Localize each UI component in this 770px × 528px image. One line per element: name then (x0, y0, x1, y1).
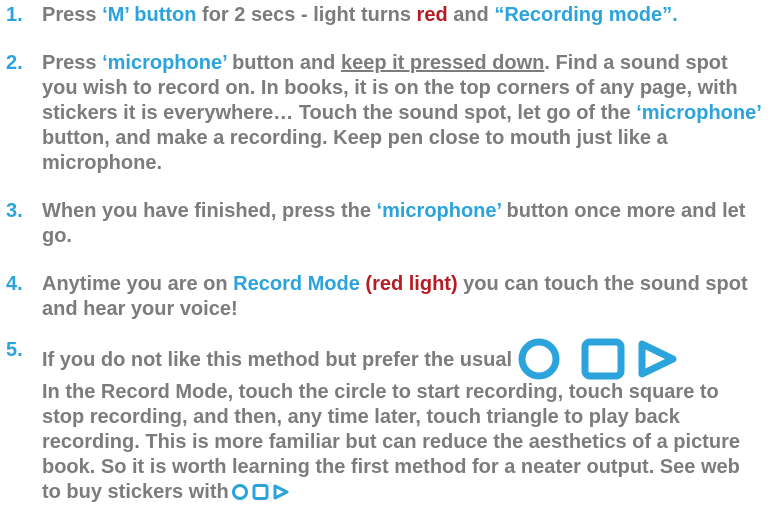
step-text: Press (42, 52, 103, 74)
microphone-label: ‘microphone’ (102, 52, 227, 74)
step-2: 2. Press ‘microphone’ button and keep it… (0, 51, 770, 176)
circle-icon (518, 338, 560, 380)
step-text: for 2 secs - light turns (196, 4, 417, 26)
keep-pressed-label: keep it pressed down (340, 52, 545, 74)
step-number: 1. (6, 4, 23, 26)
step-number: 4. (6, 273, 23, 295)
red-light-label: (red light) (365, 273, 458, 295)
step-text: button, and make a recording. Keep pen c… (42, 127, 668, 174)
triangle-play-icon (638, 340, 677, 378)
m-button-label: ‘M’ button (102, 4, 197, 26)
microphone-label: ‘microphone’ (636, 102, 761, 124)
square-icon (581, 338, 625, 380)
step-number: 5. (6, 339, 23, 361)
step-text: button and (226, 52, 341, 74)
record-shapes-small (231, 483, 293, 501)
step-1: 1. Press ‘M’ button for 2 secs - light t… (0, 3, 770, 28)
step-5: 5. If you do not like this method but pr… (0, 338, 770, 505)
step-text: Press (42, 4, 103, 26)
step-text: and (447, 4, 495, 26)
microphone-label: ‘microphone’ (376, 200, 501, 222)
step-text: Anytime you are on (42, 273, 234, 295)
record-shapes-large (518, 338, 708, 380)
step-number: 2. (6, 52, 23, 74)
square-icon (252, 484, 269, 500)
red-label: red (416, 4, 448, 26)
step-4: 4. Anytime you are on Record Mode (red l… (0, 272, 770, 322)
record-mode-label: Record Mode (233, 273, 360, 295)
recording-mode-label: “Recording mode”. (494, 4, 678, 26)
step-text: When you have finished, press the (42, 200, 377, 222)
triangle-play-icon (273, 484, 289, 500)
circle-icon (231, 484, 248, 500)
step-3: 3. When you have finished, press the ‘mi… (0, 199, 770, 249)
step-text: In the Record Mode, touch the circle to … (42, 381, 740, 503)
instruction-list: 1. Press ‘M’ button for 2 secs - light t… (0, 3, 770, 528)
step-number: 3. (6, 200, 23, 222)
step-text: If you do not like this method but prefe… (42, 349, 513, 371)
